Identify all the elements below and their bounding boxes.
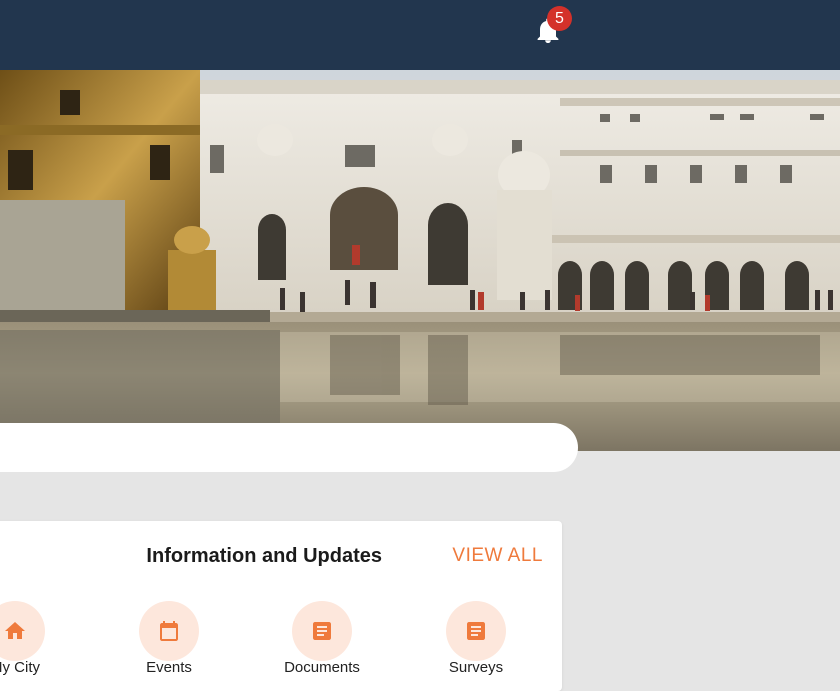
- quick-link-label: My City: [0, 659, 40, 676]
- document-icon: [313, 622, 331, 640]
- notification-badge: 5: [547, 6, 572, 31]
- calendar-icon: [160, 621, 178, 641]
- quick-link-label: Events: [146, 659, 192, 676]
- view-all-link[interactable]: VIEW ALL: [452, 545, 543, 567]
- hero-image: [0, 70, 840, 451]
- quick-link-my-city[interactable]: My City: [0, 601, 65, 691]
- card-title: Information and Updates: [146, 545, 382, 567]
- golden-temple-photo: [0, 70, 840, 451]
- top-header: 5: [0, 0, 840, 70]
- quick-link-documents[interactable]: Documents: [272, 601, 372, 691]
- quick-link-label: Documents: [284, 659, 360, 676]
- information-updates-card: Information and Updates VIEW ALL My City…: [0, 521, 562, 691]
- survey-icon: [467, 622, 485, 640]
- quick-link-surveys[interactable]: Surveys: [426, 601, 526, 691]
- search-bar[interactable]: [0, 423, 578, 472]
- quick-link-events[interactable]: Events: [119, 601, 219, 691]
- quick-link-label: Surveys: [448, 659, 504, 676]
- home-icon: [5, 622, 25, 639]
